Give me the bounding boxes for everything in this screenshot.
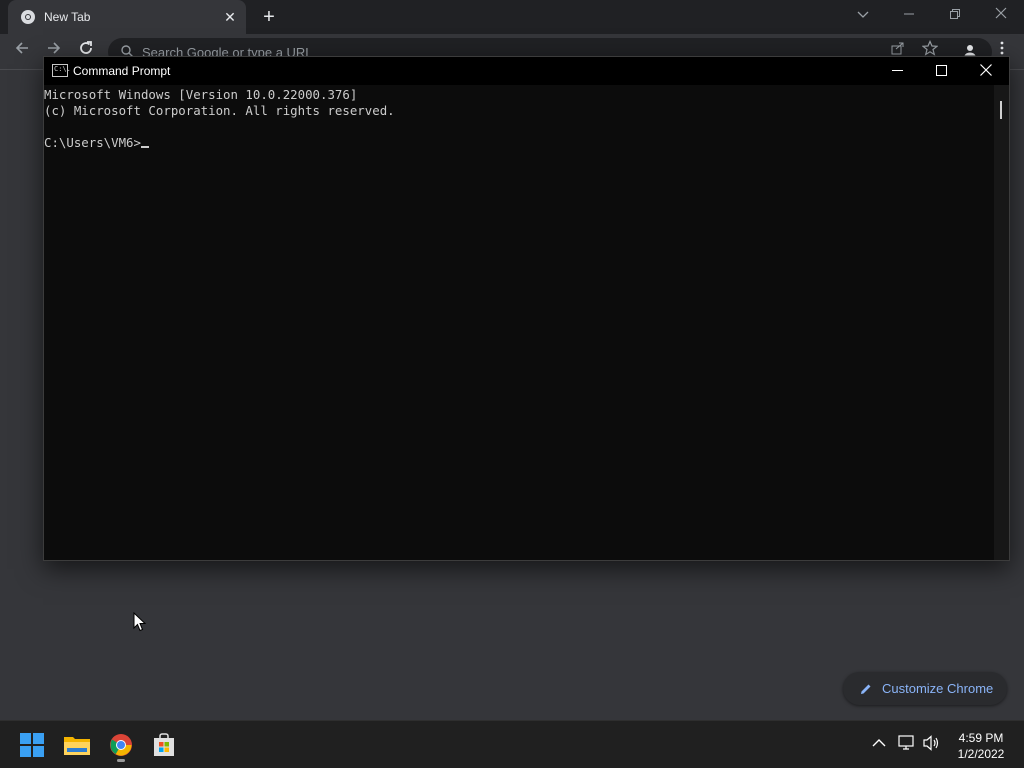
clock-date: 1/2/2022 (957, 747, 1005, 761)
cmd-title: Command Prompt (73, 64, 171, 78)
cmd-scrollbar-thumb[interactable] (1000, 101, 1002, 119)
clock-time: 4:59 PM (958, 731, 1004, 745)
tab-new-tab[interactable]: New Tab ✕ (8, 0, 246, 34)
taskbar-clock[interactable]: 4:59 PM 1/2/2022 (946, 730, 1016, 762)
chrome-icon (110, 734, 132, 756)
cmd-maximize-button[interactable] (919, 57, 963, 85)
start-button[interactable] (16, 729, 48, 761)
cmd-titlebar[interactable]: C:\. Command Prompt (44, 57, 1009, 85)
cmd-console[interactable]: Microsoft Windows [Version 10.0.22000.37… (44, 85, 994, 560)
console-line-copyright: (c) Microsoft Corporation. All rights re… (44, 103, 395, 118)
network-icon[interactable] (898, 735, 916, 754)
tab-close-icon[interactable]: ✕ (218, 9, 242, 26)
tab-search-icon[interactable] (840, 0, 886, 30)
console-prompt: C:\Users\VM6> (44, 135, 141, 150)
tab-strip: New Tab ✕ + (0, 0, 1024, 34)
chrome-taskbar-button[interactable] (105, 729, 137, 761)
pencil-icon (861, 684, 871, 694)
new-tab-button[interactable]: + (258, 6, 280, 28)
chrome-minimize-button[interactable] (886, 0, 932, 30)
cmd-app-icon: C:\. (52, 64, 71, 77)
cmd-scrollbar[interactable] (994, 85, 1009, 560)
chrome-favicon-icon (21, 10, 35, 24)
customize-chrome-button[interactable]: Customize Chrome (843, 672, 1007, 705)
file-explorer-icon (64, 737, 90, 755)
customize-chrome-label: Customize Chrome (882, 681, 994, 696)
console-prompt-line[interactable]: C:\Users\VM6> (44, 135, 994, 151)
show-hidden-icons-button[interactable] (872, 735, 886, 751)
microsoft-store-button[interactable] (148, 729, 180, 761)
chrome-restore-button[interactable] (932, 0, 978, 30)
volume-icon[interactable] (922, 735, 940, 754)
chrome-close-button[interactable] (978, 0, 1024, 30)
console-line-version: Microsoft Windows [Version 10.0.22000.37… (44, 87, 358, 102)
cmd-close-button[interactable] (964, 57, 1008, 85)
microsoft-store-icon (154, 733, 174, 756)
text-cursor (140, 146, 149, 148)
file-explorer-button[interactable] (61, 729, 93, 761)
taskbar (0, 720, 1024, 768)
start-icon (20, 733, 44, 757)
chrome-running-indicator (117, 759, 125, 762)
back-button[interactable] (10, 40, 34, 64)
command-prompt-window[interactable]: C:\. Command Prompt Microsoft Windows [V… (43, 56, 1010, 561)
cmd-minimize-button[interactable] (875, 57, 919, 85)
tab-title: New Tab (44, 10, 91, 24)
mouse-pointer-icon (133, 612, 147, 632)
